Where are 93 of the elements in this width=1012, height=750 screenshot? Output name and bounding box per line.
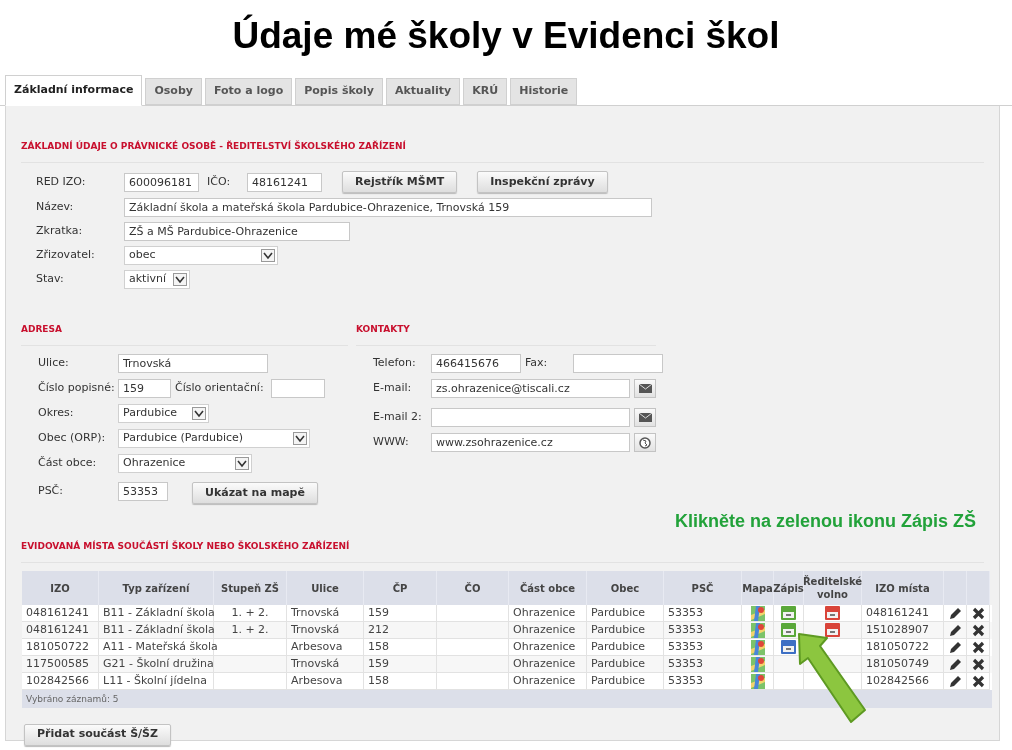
slide-title: Údaje mé školy v Evidenci škol xyxy=(232,13,780,59)
field-label: Obec (ORP): xyxy=(38,430,107,447)
show-map-button[interactable]: Ukázat na mapě xyxy=(192,482,318,505)
input-field[interactable] xyxy=(271,379,325,398)
map-icon xyxy=(750,622,765,638)
delete-icon[interactable] xyxy=(971,640,985,654)
calendar-icon[interactable] xyxy=(825,623,840,638)
envelope-icon xyxy=(638,384,652,393)
input-field[interactable] xyxy=(431,408,631,427)
field-label: Zkratka: xyxy=(36,223,84,240)
section-heading: EVIDOVANÁ MÍSTA SOUČÁSTÍ ŠKOLY NEBO ŠKOLSKÉHO ZAŘÍZENÍ xyxy=(21,541,350,552)
field-label: IČO: xyxy=(207,173,232,190)
chevron-down-icon xyxy=(235,457,249,470)
dropdown[interactable]: Ohrazenice xyxy=(118,454,252,473)
column-header: IZO místa xyxy=(862,571,944,606)
column-header: Ulice xyxy=(287,571,364,606)
input-field[interactable]: www.zsohrazenice.cz xyxy=(431,433,631,452)
field-label: PSČ: xyxy=(38,483,64,500)
calendar-icon[interactable] xyxy=(781,623,796,638)
map-icon xyxy=(750,605,765,621)
map-icon xyxy=(750,639,765,655)
tab[interactable]: Základní informace xyxy=(5,75,143,106)
chevron-down-icon xyxy=(192,407,206,420)
chevron-down-icon xyxy=(173,273,187,286)
add-component-button[interactable]: Přidat součást Š/ŠZ xyxy=(24,723,171,746)
field-label: Číslo popisné: xyxy=(38,380,114,397)
globe-icon xyxy=(639,436,652,449)
delete-icon[interactable] xyxy=(971,606,985,620)
tab[interactable]: Foto a logo xyxy=(204,78,293,105)
column-header: Stupeň ZŠ xyxy=(214,571,287,606)
field-label: Ulice: xyxy=(38,355,70,372)
mail-button[interactable] xyxy=(634,408,656,427)
input-field[interactable] xyxy=(573,354,663,373)
tab[interactable]: Osoby xyxy=(145,78,202,105)
input-field[interactable]: zs.ohrazenice@tiscali.cz xyxy=(431,379,631,398)
input-field[interactable]: ZŠ a MŠ Pardubice-Ohrazenice xyxy=(124,222,350,241)
field-label: Zřizovatel: xyxy=(36,247,96,264)
dropdown[interactable]: Pardubice xyxy=(118,404,209,423)
column-header: Ředitelské volno xyxy=(804,571,862,606)
chevron-down-icon xyxy=(261,249,275,262)
hint-text: Klikněte na zelenou ikonu Zápis ZŠ xyxy=(674,509,976,531)
section-heading: ADRESA xyxy=(21,324,62,334)
web-button[interactable] xyxy=(634,433,656,452)
dropdown[interactable]: obec xyxy=(124,246,278,265)
column-header: Zápis xyxy=(774,571,804,606)
column-header: ČP xyxy=(364,571,437,606)
input-field[interactable]: 600096181 xyxy=(124,172,199,192)
calendar-icon[interactable] xyxy=(781,606,796,621)
field-label: RED IZO: xyxy=(36,173,87,190)
column-header: Část obce xyxy=(509,571,587,606)
tab[interactable]: Historie xyxy=(510,78,578,105)
tab[interactable]: Aktuality xyxy=(385,78,461,105)
field-label: Část obce: xyxy=(38,455,98,472)
field-label: WWW: xyxy=(373,434,410,451)
calendar-icon[interactable] xyxy=(825,606,840,621)
column-header: ČO xyxy=(437,571,509,606)
section-heading: ZÁKLADNÍ ÚDAJE O PRÁVNICKÉ OSOBĚ - ŘEDITELSTVÍ ŠKOLSKÉHO ZAŘÍZENÍ xyxy=(21,141,406,151)
field-label: Název: xyxy=(36,199,75,216)
column-header: Typ zařízení xyxy=(99,571,214,606)
envelope-icon xyxy=(638,413,652,422)
map-icon xyxy=(750,673,765,689)
column-header: PSČ xyxy=(664,571,742,606)
dropdown[interactable]: Pardubice (Pardubice) xyxy=(118,429,310,448)
tab[interactable]: Popis školy xyxy=(295,78,383,105)
inspection-button[interactable]: Inspekční zprávy xyxy=(477,171,608,193)
input-field[interactable]: Trnovská xyxy=(118,354,268,373)
delete-icon[interactable] xyxy=(971,674,985,688)
field-label: Stav: xyxy=(36,271,65,288)
record-count: Vybráno záznamů: 5 xyxy=(26,692,119,706)
registry-button[interactable]: Rejstřík MŠMT xyxy=(342,171,458,193)
calendar-icon[interactable] xyxy=(781,640,796,655)
delete-icon[interactable] xyxy=(971,657,985,671)
column-header: Mapa xyxy=(742,571,774,606)
chevron-down-icon xyxy=(293,432,307,445)
input-field[interactable]: Základní škola a mateřská škola Pardubice-Ohrazenice, Trnovská 159 xyxy=(124,198,652,217)
delete-icon[interactable] xyxy=(971,623,985,637)
field-label: E-mail 2: xyxy=(373,409,423,426)
dropdown[interactable]: aktivní xyxy=(124,270,190,289)
field-label: E-mail: xyxy=(373,380,413,397)
tab[interactable]: KRÚ xyxy=(463,78,508,105)
column-header: IZO xyxy=(22,571,99,606)
input-field[interactable]: 466415676 xyxy=(431,354,521,373)
section-heading: KONTAKTY xyxy=(356,324,410,334)
field-label: Fax: xyxy=(525,355,549,372)
input-field[interactable]: 48161241 xyxy=(247,172,322,192)
field-label: Okres: xyxy=(38,405,75,422)
input-field[interactable]: 159 xyxy=(118,379,171,398)
map-icon xyxy=(750,656,765,672)
field-label: Číslo orientační: xyxy=(175,380,265,397)
input-field[interactable]: 53353 xyxy=(118,482,168,502)
column-header: Obec xyxy=(587,571,664,606)
field-label: Telefon: xyxy=(373,355,417,372)
mail-button[interactable] xyxy=(634,379,656,398)
